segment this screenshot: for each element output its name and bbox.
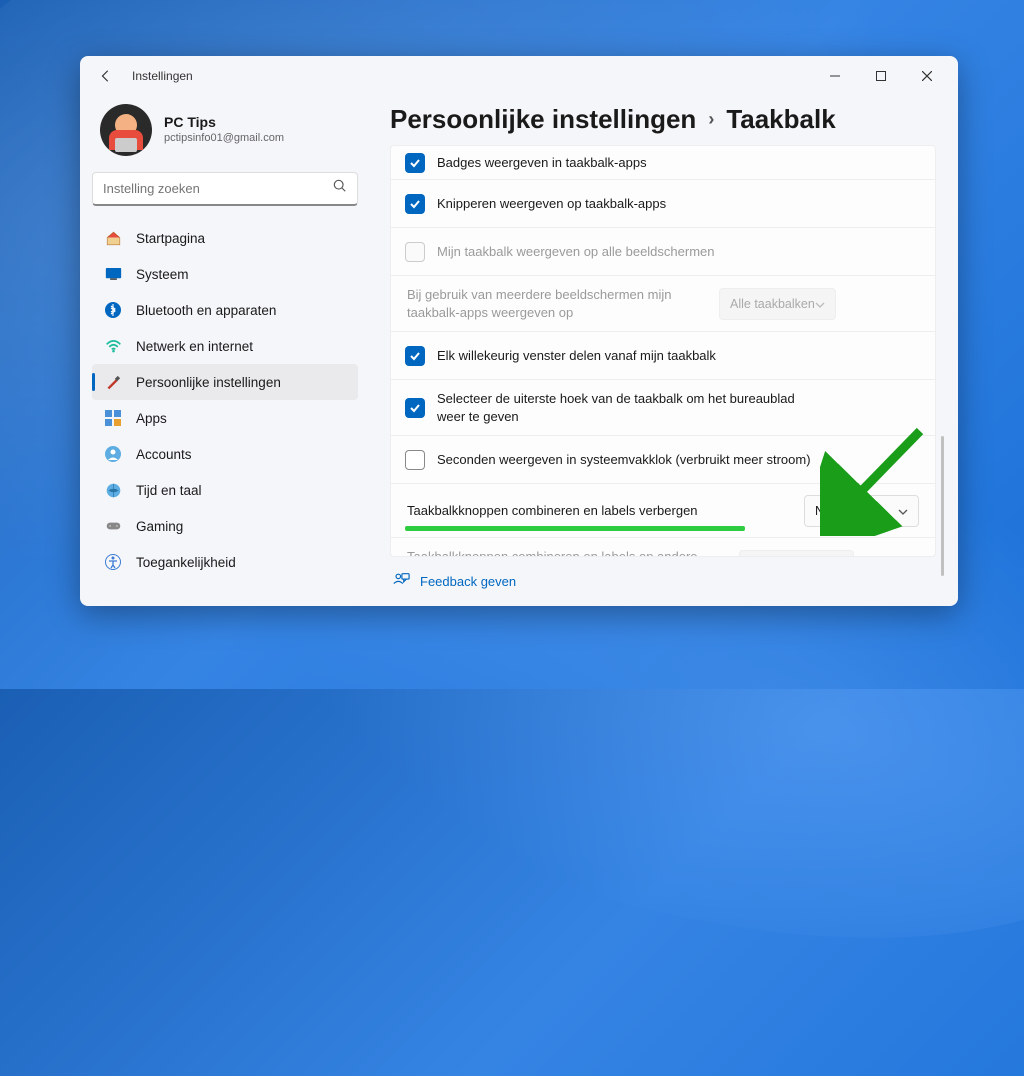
home-icon [104, 229, 122, 247]
checkbox-icon [405, 242, 425, 262]
sidebar-item-label: Tijd en taal [136, 483, 202, 498]
search-box[interactable] [92, 172, 358, 206]
checkbox-icon[interactable] [405, 450, 425, 470]
sidebar-item-bluetooth[interactable]: Bluetooth en apparaten [92, 292, 358, 328]
setting-label: Selecteer de uiterste hoek van de taakba… [437, 390, 817, 425]
dropdown-multi-display: Alle taakbalken [719, 288, 836, 320]
sidebar-item-label: Persoonlijke instellingen [136, 375, 281, 390]
avatar [100, 104, 152, 156]
checkbox-icon[interactable] [405, 346, 425, 366]
sidebar-item-network[interactable]: Netwerk en internet [92, 328, 358, 364]
setting-row-multi-display-apps: Bij gebruik van meerdere beeldschermen m… [391, 276, 935, 332]
setting-row-show-desktop[interactable]: Selecteer de uiterste hoek van de taakba… [391, 380, 935, 436]
apps-icon [104, 409, 122, 427]
search-icon [333, 179, 347, 198]
breadcrumb-current: Taakbalk [726, 104, 835, 135]
system-icon [104, 265, 122, 283]
sidebar-item-apps[interactable]: Apps [92, 400, 358, 436]
feedback-link[interactable]: Feedback geven [390, 557, 936, 606]
sidebar-item-label: Toegankelijkheid [136, 555, 236, 570]
sidebar-item-label: Bluetooth en apparaten [136, 303, 276, 318]
time-icon [104, 481, 122, 499]
sidebar-item-label: Gaming [136, 519, 183, 534]
titlebar: Instellingen [80, 56, 958, 96]
breadcrumb-parent[interactable]: Persoonlijke instellingen [390, 104, 696, 135]
sidebar-item-time[interactable]: Tijd en taal [92, 472, 358, 508]
setting-label: Taakbalkknoppen combineren en labels ver… [407, 502, 792, 520]
bluetooth-icon [104, 301, 122, 319]
setting-row-badges[interactable]: Badges weergeven in taakbalk-apps [391, 146, 935, 180]
chevron-down-icon [898, 504, 908, 518]
personalization-icon [104, 373, 122, 391]
setting-row-combine-other: Taakbalkknoppen combineren en labels op … [391, 538, 935, 557]
checkbox-icon[interactable] [405, 153, 425, 173]
settings-window: Instellingen PC Tips pctipsinfo01@gmail.… [80, 56, 958, 606]
setting-row-all-displays: Mijn taakbalk weergeven op alle beeldsch… [391, 228, 935, 276]
breadcrumb: Persoonlijke instellingen › Taakbalk [390, 100, 940, 145]
setting-label: Knipperen weergeven op taakbalk-apps [437, 195, 919, 213]
minimize-button[interactable] [812, 61, 858, 91]
setting-row-share-window[interactable]: Elk willekeurig venster delen vanaf mijn… [391, 332, 935, 380]
sidebar-item-label: Accounts [136, 447, 192, 462]
setting-label: Seconden weergeven in systeemvakklok (ve… [437, 451, 919, 469]
chevron-down-icon [815, 297, 825, 311]
sidebar-item-accounts[interactable]: Accounts [92, 436, 358, 472]
gaming-icon [104, 517, 122, 535]
checkbox-icon[interactable] [405, 398, 425, 418]
checkbox-icon[interactable] [405, 194, 425, 214]
sidebar-item-label: Startpagina [136, 231, 205, 246]
dropdown-combine[interactable]: Nooit [804, 495, 919, 527]
dropdown-combine-other: Altijd [739, 550, 854, 557]
highlight-annotation [405, 526, 745, 531]
setting-row-seconds[interactable]: Seconden weergeven in systeemvakklok (ve… [391, 436, 935, 484]
main-content: Persoonlijke instellingen › Taakbalk Bad… [370, 96, 958, 606]
feedback-icon [392, 571, 410, 592]
maximize-button[interactable] [858, 61, 904, 91]
sidebar-item-label: Apps [136, 411, 167, 426]
sidebar-item-accessibility[interactable]: Toegankelijkheid [92, 544, 358, 580]
search-input[interactable] [103, 181, 333, 196]
network-icon [104, 337, 122, 355]
setting-label: Elk willekeurig venster delen vanaf mijn… [437, 347, 919, 365]
window-title: Instellingen [132, 69, 193, 83]
close-button[interactable] [904, 61, 950, 91]
setting-label: Mijn taakbalk weergeven op alle beeldsch… [437, 243, 919, 261]
setting-label: Taakbalkknoppen combineren en labels op … [407, 548, 727, 557]
setting-label: Bij gebruik van meerdere beeldschermen m… [407, 286, 707, 321]
setting-label: Badges weergeven in taakbalk-apps [437, 154, 919, 172]
sidebar-item-personalization[interactable]: Persoonlijke instellingen [92, 364, 358, 400]
sidebar-item-gaming[interactable]: Gaming [92, 508, 358, 544]
chevron-right-icon: › [708, 109, 714, 130]
sidebar-item-label: Systeem [136, 267, 189, 282]
profile-email: pctipsinfo01@gmail.com [164, 132, 284, 146]
sidebar-item-home[interactable]: Startpagina [92, 220, 358, 256]
accounts-icon [104, 445, 122, 463]
setting-row-flashing[interactable]: Knipperen weergeven op taakbalk-apps [391, 180, 935, 228]
scrollbar[interactable] [941, 436, 944, 576]
accessibility-icon [104, 553, 122, 571]
profile-name: PC Tips [164, 114, 284, 132]
sidebar-item-label: Netwerk en internet [136, 339, 253, 354]
sidebar: PC Tips pctipsinfo01@gmail.com Startpagi… [80, 96, 370, 606]
setting-row-combine-buttons[interactable]: Taakbalkknoppen combineren en labels ver… [391, 484, 935, 538]
back-button[interactable] [88, 58, 124, 94]
feedback-label: Feedback geven [420, 574, 516, 589]
profile-section[interactable]: PC Tips pctipsinfo01@gmail.com [92, 96, 358, 172]
sidebar-item-system[interactable]: Systeem [92, 256, 358, 292]
